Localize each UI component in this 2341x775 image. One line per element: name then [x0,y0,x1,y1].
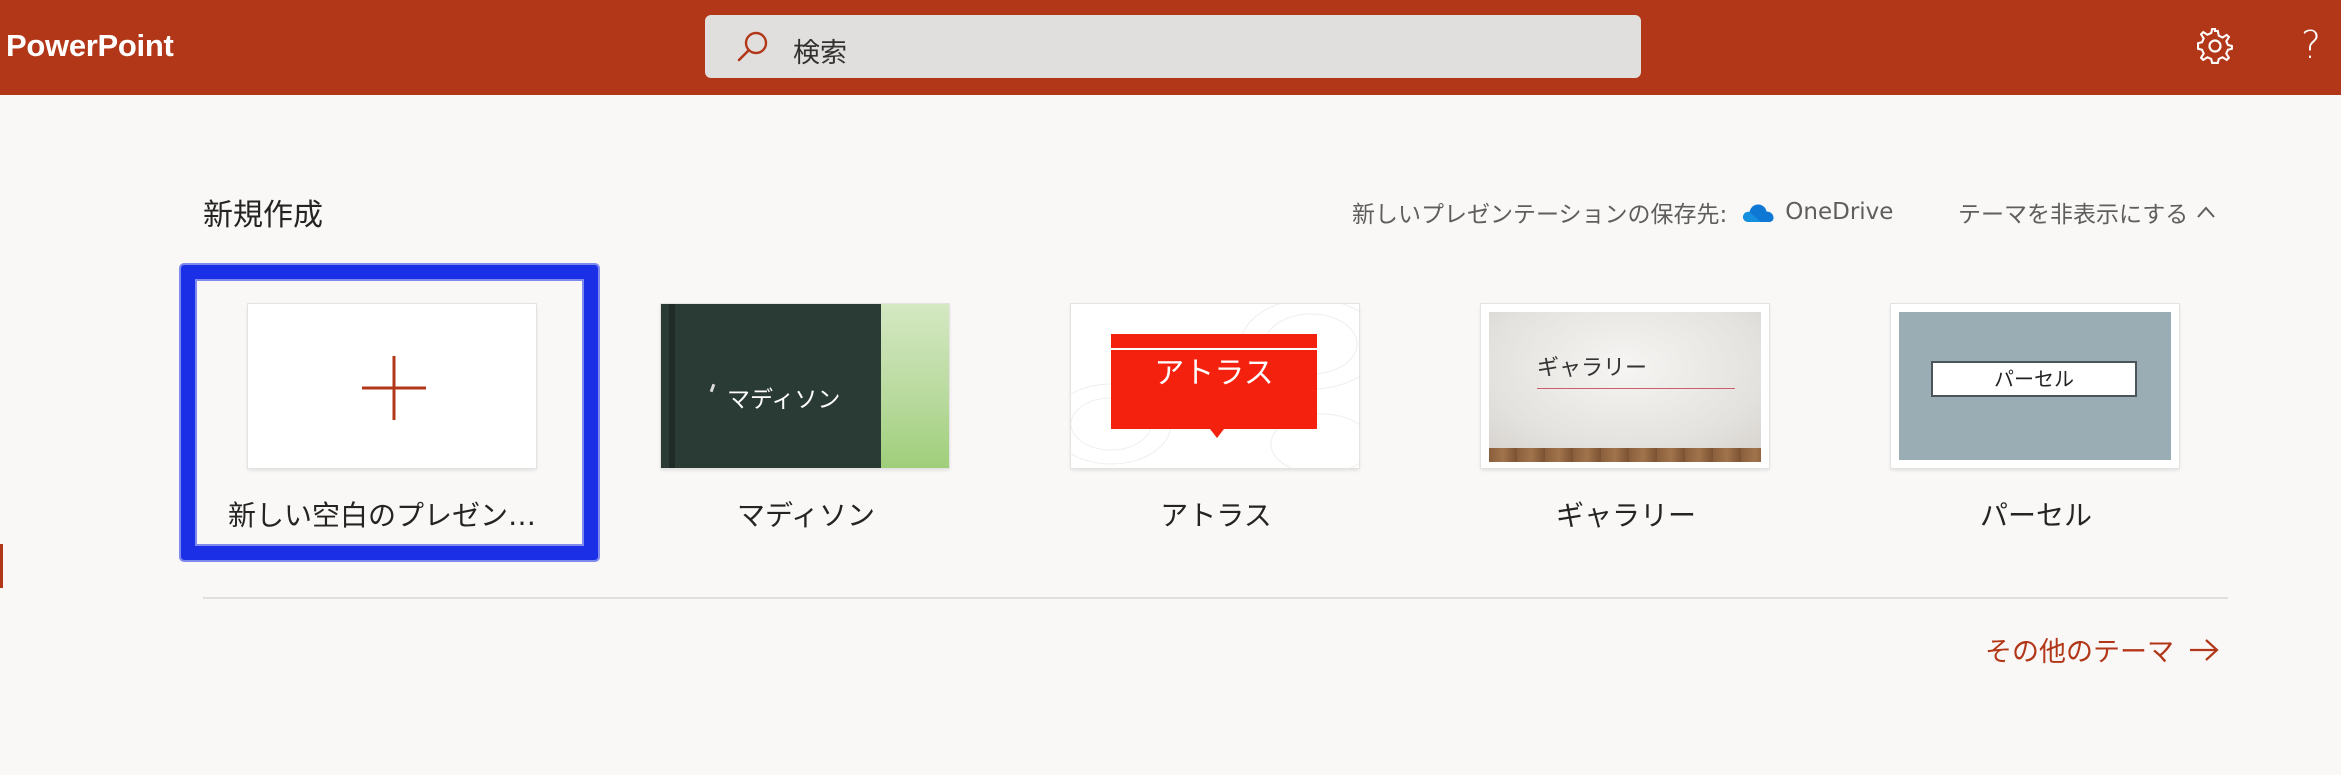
template-label[interactable]: 新しい空白のプレゼンテ... [228,494,558,534]
template-thumbnail[interactable]: マディソン [661,304,949,468]
save-location-label: 新しいプレゼンテーションの保存先: [1352,202,1728,228]
save-location: 新しいプレゼンテーションの保存先: OneDrive [1352,195,1893,229]
template-label[interactable]: アトラス [1051,494,1381,534]
thumbnail-title: ギャラリー [1537,356,1648,381]
template-thumbnail[interactable]: パーセル [1891,304,2179,468]
chevron-up-icon [2197,206,2215,218]
template-thumbnail[interactable]: ギャラリー [1481,304,1769,468]
gear-icon[interactable] [2196,27,2234,65]
more-themes-link[interactable]: その他のテーマ [1985,630,2220,669]
hide-themes-toggle[interactable]: テーマを非表示にする [1958,195,2216,229]
section-divider [203,597,2228,599]
search-input[interactable]: 検索 [793,31,847,70]
search-box[interactable]: 検索 [705,15,1641,78]
template-label[interactable]: マディソン [641,494,971,534]
thumbnail-stripe [669,304,675,468]
save-location-service[interactable]: OneDrive [1785,199,1893,225]
search-icon [737,31,768,62]
thumbnail-rule [1537,388,1735,389]
left-edge-marker [0,544,3,588]
thumbnail-floor [1489,448,1761,462]
arrow-right-icon [2190,638,2219,661]
section-title: 新規作成 [203,198,323,233]
help-button[interactable]: ? [2296,20,2326,70]
thumbnail-green-panel [881,304,949,468]
template-thumbnail[interactable]: アトラス [1071,304,1359,468]
thumbnail-title: アトラス [1154,356,1274,391]
thumbnail-notch [1210,429,1224,438]
onedrive-cloud-icon [1743,204,1774,222]
thumbnail-title: マディソン [727,387,841,413]
template-thumbnail[interactable] [248,304,536,468]
more-themes-label[interactable]: その他のテーマ [1985,630,2174,669]
thumbnail-tick [709,383,716,393]
template-label[interactable]: ギャラリー [1461,494,1791,534]
plus-icon [362,356,426,420]
app-name[interactable]: PowerPoint [6,28,174,64]
thumbnail-title: パーセル [1931,361,2137,397]
thumbnail-title-block: アトラス [1111,334,1317,429]
template-label[interactable]: パーセル [1871,494,2201,534]
top-bar: PowerPoint 検索 ? [0,0,2341,95]
hide-themes-label[interactable]: テーマを非表示にする [1958,195,2188,229]
